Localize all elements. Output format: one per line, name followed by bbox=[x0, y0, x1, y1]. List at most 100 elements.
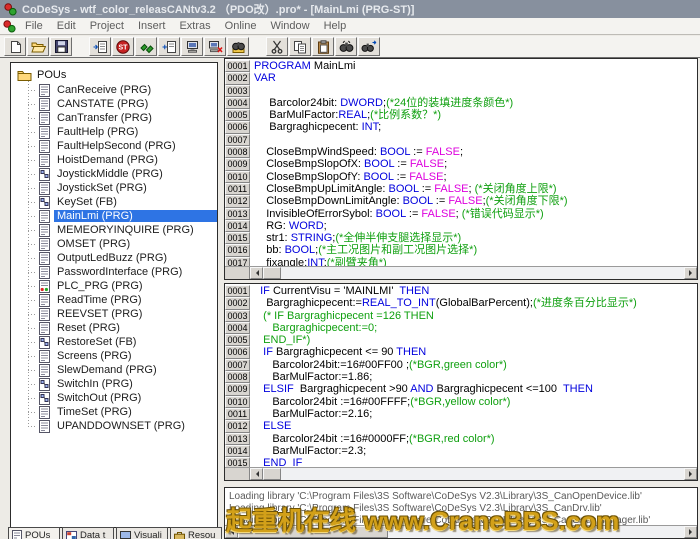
scrollbar-thumb[interactable] bbox=[263, 267, 281, 279]
pou-item-label: SwitchIn (PRG) bbox=[54, 378, 217, 390]
line-number: 0002 bbox=[225, 297, 250, 309]
pou-tree-item[interactable]: FaultHelpSecond (PRG) bbox=[11, 139, 217, 153]
prg-pou-icon bbox=[39, 224, 50, 237]
pou-tree-item[interactable]: MEMEORYINQUIRE (PRG) bbox=[11, 223, 217, 237]
new-pou-button[interactable] bbox=[89, 37, 111, 56]
pou-tree-item[interactable]: MainLmi (PRG) bbox=[11, 209, 217, 223]
find-next-button[interactable] bbox=[358, 37, 380, 56]
scroll-right-button[interactable] bbox=[684, 267, 697, 279]
prg-pou-icon bbox=[39, 182, 50, 195]
menu-insert[interactable]: Insert bbox=[131, 19, 173, 33]
pou-tree-item[interactable]: PLC_PRG (PRG) bbox=[11, 279, 217, 293]
pou-tree-item[interactable]: JoystickMiddle (PRG) bbox=[11, 167, 217, 181]
menu-project[interactable]: Project bbox=[83, 19, 131, 33]
pou-tree-item[interactable]: SwitchIn (PRG) bbox=[11, 377, 217, 391]
code-line: 0013 Barcolor24bit :=16#0000FF;(*BGR,red… bbox=[225, 433, 697, 445]
implementation-horizontal-scrollbar[interactable] bbox=[225, 467, 697, 480]
insert-declaration-button[interactable] bbox=[158, 37, 180, 56]
open-project-button[interactable] bbox=[27, 37, 49, 56]
pou-tree-item[interactable]: KeySet (FB) bbox=[11, 195, 217, 209]
cut-button[interactable] bbox=[266, 37, 288, 56]
pou-tree-root[interactable]: POUs bbox=[11, 63, 217, 83]
find-button[interactable] bbox=[335, 37, 357, 56]
code-line: 0005 END_IF*) bbox=[225, 334, 697, 346]
pou-tree-item[interactable]: REEVSET (PRG) bbox=[11, 307, 217, 321]
pou-tree-item[interactable]: SlewDemand (PRG) bbox=[11, 363, 217, 377]
pou-tree-item[interactable]: CANSTATE (PRG) bbox=[11, 97, 217, 111]
implementation-editor[interactable]: 0001 IF CurrentVisu = 'MAINLMI' THEN0002… bbox=[224, 283, 698, 481]
prg-pou-icon bbox=[39, 266, 50, 279]
scrollbar-thumb[interactable] bbox=[263, 468, 281, 480]
tab-resou[interactable]: Resou bbox=[170, 527, 222, 539]
prg-pou-icon bbox=[39, 140, 50, 153]
code-line: 0013 InvisibleOfErrorSybol: BOOL := FALS… bbox=[225, 208, 697, 220]
pou-tree-item[interactable]: ReadTime (PRG) bbox=[11, 293, 217, 307]
line-number: 0006 bbox=[225, 121, 250, 133]
line-number: 0015 bbox=[225, 457, 250, 467]
line-number: 0008 bbox=[225, 146, 250, 158]
scroll-left-button[interactable] bbox=[250, 267, 263, 279]
pou-tree-item[interactable]: FaultHelp (PRG) bbox=[11, 125, 217, 139]
prg-pou-icon bbox=[39, 322, 50, 335]
copy-button[interactable] bbox=[289, 37, 311, 56]
pou-tree-item[interactable]: TimeSet (PRG) bbox=[11, 405, 217, 419]
tab-data-t[interactable]: Data t bbox=[62, 527, 114, 539]
code-line: 0009 CloseBmpSlopOfX: BOOL := FALSE; bbox=[225, 158, 697, 170]
new-file-button[interactable] bbox=[4, 37, 26, 56]
save-button[interactable] bbox=[50, 37, 72, 56]
paste-button[interactable] bbox=[312, 37, 334, 56]
scrollbar-track[interactable] bbox=[281, 468, 684, 480]
scroll-left-button[interactable] bbox=[250, 468, 263, 480]
pou-tree-item[interactable]: Reset (PRG) bbox=[11, 321, 217, 335]
code-line: 0014 BarMulFactor:=2.3; bbox=[225, 445, 697, 457]
pou-tree-item[interactable]: CanTransfer (PRG) bbox=[11, 111, 217, 125]
declaration-editor[interactable]: 0001PROGRAM MainLmi0002VAR00030004 Barco… bbox=[224, 58, 698, 280]
menu-extras[interactable]: Extras bbox=[172, 19, 217, 33]
menu-window[interactable]: Window bbox=[263, 19, 316, 33]
pou-tree-item[interactable]: OMSET (PRG) bbox=[11, 237, 217, 251]
pou-item-label: KeySet (FB) bbox=[54, 196, 217, 208]
logout-button[interactable] bbox=[204, 37, 226, 56]
pou-item-label: MEMEORYINQUIRE (PRG) bbox=[54, 224, 217, 236]
tab-pous[interactable]: POUs bbox=[8, 527, 60, 539]
code-text: CloseBmpDownLimitAngle: BOOL := FALSE;(*… bbox=[250, 195, 568, 207]
tab-visuali[interactable]: Visuali bbox=[116, 527, 168, 539]
search-project-button[interactable] bbox=[227, 37, 249, 56]
check-button[interactable] bbox=[135, 37, 157, 56]
pou-tree-item[interactable]: JoystickSet (PRG) bbox=[11, 181, 217, 195]
pou-item-label: CANSTATE (PRG) bbox=[54, 98, 217, 110]
pou-item-label: PasswordInterface (PRG) bbox=[54, 266, 217, 278]
scrollbar-track[interactable] bbox=[281, 267, 684, 279]
pou-tree-item[interactable]: CanReceive (PRG) bbox=[11, 83, 217, 97]
pou-tree-item[interactable]: UPANDDOWNSET (PRG) bbox=[11, 419, 217, 433]
pou-tree-item[interactable]: RestoreSet (FB) bbox=[11, 335, 217, 349]
find-icon bbox=[339, 40, 354, 53]
pou-tree-panel[interactable]: POUs CanReceive (PRG)CANSTATE (PRG)CanTr… bbox=[10, 62, 218, 528]
pou-tree-item[interactable]: OutputLedBuzz (PRG) bbox=[11, 251, 217, 265]
code-text: fixangle:INT;(*副臂夹角*) bbox=[250, 257, 387, 266]
menu-file[interactable]: File bbox=[18, 19, 50, 33]
pou-item-label: JoystickSet (PRG) bbox=[54, 182, 217, 194]
menu-help[interactable]: Help bbox=[317, 19, 354, 33]
pou-item-label: TimeSet (PRG) bbox=[54, 406, 217, 418]
document-system-menu-icon[interactable] bbox=[3, 20, 16, 33]
menu-edit[interactable]: Edit bbox=[50, 19, 83, 33]
scroll-right-button[interactable] bbox=[684, 526, 697, 538]
line-number: 0010 bbox=[225, 396, 250, 408]
login-button[interactable] bbox=[181, 37, 203, 56]
pou-tree-item[interactable]: SwitchOut (PRG) bbox=[11, 391, 217, 405]
menu-online[interactable]: Online bbox=[218, 19, 264, 33]
pou-tree-item[interactable]: PasswordInterface (PRG) bbox=[11, 265, 217, 279]
code-text: Barcolor24bit:=16#00FF00 ;(*BGR,green co… bbox=[250, 359, 507, 371]
paste-icon bbox=[317, 40, 330, 54]
pou-tree-item[interactable]: Screens (PRG) bbox=[11, 349, 217, 363]
code-text: Barcolor24bit :=16#00FFFF;(*BGR,yellow c… bbox=[250, 396, 510, 408]
scroll-right-button[interactable] bbox=[684, 468, 697, 480]
window-title: CoDeSys - wtf_color_releasCANtv3.2 （PDO改… bbox=[22, 1, 414, 17]
pou-item-label: SlewDemand (PRG) bbox=[54, 364, 217, 376]
code-text: Barcolor24bit :=16#0000FF;(*BGR,red colo… bbox=[250, 433, 495, 445]
st-editor-button[interactable]: ST bbox=[112, 37, 134, 56]
pou-tree-item[interactable]: HoistDemand (PRG) bbox=[11, 153, 217, 167]
declaration-horizontal-scrollbar[interactable] bbox=[225, 266, 697, 279]
code-text: RG: WORD; bbox=[250, 220, 327, 232]
